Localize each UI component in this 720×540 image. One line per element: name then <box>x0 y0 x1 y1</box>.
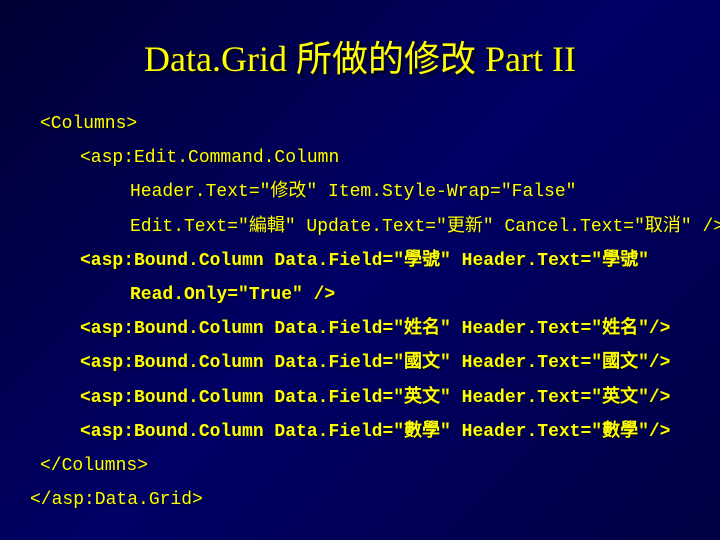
code-line: <asp:Bound.Column Data.Field="數學" Header… <box>80 415 680 449</box>
slide-title: Data.Grid 所做的修改 Part II <box>40 30 680 82</box>
code-line: <asp:Bound.Column Data.Field="英文" Header… <box>80 381 680 415</box>
code-line: <asp:Edit.Command.Column <box>80 141 680 175</box>
code-line: </asp:Data.Grid> <box>30 483 680 517</box>
code-line: <asp:Bound.Column Data.Field="姓名" Header… <box>80 312 680 346</box>
code-line: Edit.Text="編輯" Update.Text="更新" Cancel.T… <box>130 210 680 244</box>
code-line: Header.Text="修改" Item.Style-Wrap="False" <box>130 175 680 209</box>
code-line: <asp:Bound.Column Data.Field="學號" Header… <box>80 244 680 278</box>
code-line: Read.Only="True" /> <box>130 278 680 312</box>
code-line: <asp:Bound.Column Data.Field="國文" Header… <box>80 346 680 380</box>
code-line: </Columns> <box>40 449 680 483</box>
slide: Data.Grid 所做的修改 Part II <Columns> <asp:E… <box>0 0 720 540</box>
code-block: <Columns> <asp:Edit.Command.Column Heade… <box>40 107 680 517</box>
code-line: <Columns> <box>40 107 680 141</box>
